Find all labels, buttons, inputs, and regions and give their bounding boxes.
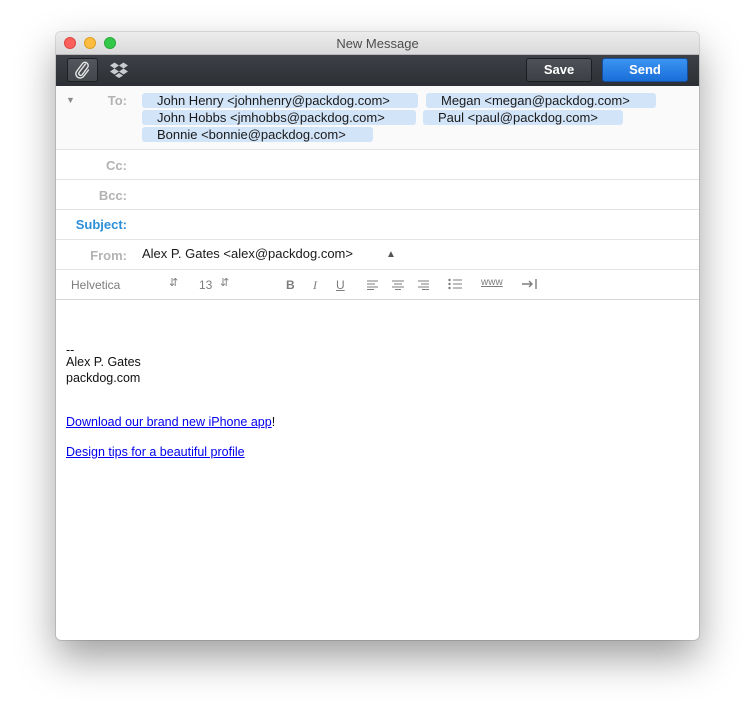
subject-field[interactable]: Subject: (56, 210, 699, 240)
app-promo-suffix: ! (271, 415, 276, 429)
recipient-token[interactable]: John Hobbs <jmhobbs@packdog.com> (142, 110, 416, 125)
disclosure-triangle-icon[interactable]: ▼ (66, 95, 75, 105)
from-label: From: (90, 248, 127, 263)
to-label: To: (107, 93, 127, 108)
align-right-icon[interactable] (417, 279, 429, 293)
compose-window: New Message Save Send ▼ To: John Henry <… (56, 32, 699, 640)
recipient-token[interactable]: Bonnie <bonnie@packdog.com> (142, 127, 373, 142)
font-family-select[interactable]: Helvetica (71, 278, 120, 292)
list-icon[interactable] (448, 278, 462, 293)
bold-button[interactable]: B (286, 278, 295, 292)
font-select-arrows-icon[interactable]: ⇵ (169, 276, 178, 289)
format-bar: Helvetica ⇵ 13 ⇵ B I U www (56, 270, 699, 300)
to-field[interactable]: ▼ To: John Henry <johnhenry@packdog.com>… (56, 86, 699, 150)
recipient-token[interactable]: Megan <megan@packdog.com> (426, 93, 656, 108)
app-promo-line: Download our brand new iPhone app! (66, 415, 275, 429)
italic-button[interactable]: I (313, 278, 317, 293)
dropbox-icon[interactable] (109, 61, 129, 79)
cc-field[interactable]: Cc: (56, 150, 699, 180)
subject-label: Subject: (75, 217, 127, 232)
font-size-select[interactable]: 13 (199, 278, 212, 292)
window-title: New Message (336, 36, 419, 51)
recipient-token[interactable]: John Henry <johnhenry@packdog.com> (142, 93, 418, 108)
title-bar: New Message (56, 32, 699, 55)
from-field: From: Alex P. Gates <alex@packdog.com> ▲ (56, 240, 699, 270)
indent-icon[interactable] (522, 278, 538, 293)
signature-site: packdog.com (66, 371, 141, 385)
attach-button[interactable] (67, 58, 98, 82)
cc-label: Cc: (106, 158, 127, 173)
from-account-select[interactable]: Alex P. Gates <alex@packdog.com> (142, 246, 353, 261)
save-button[interactable]: Save (526, 58, 592, 82)
signature-name: Alex P. Gates (66, 355, 141, 369)
send-button[interactable]: Send (602, 58, 688, 82)
recipient-token[interactable]: Paul <paul@packdog.com> (423, 110, 623, 125)
align-center-icon[interactable] (392, 279, 404, 293)
bcc-field[interactable]: Bcc: (56, 180, 699, 210)
design-tips-line: Design tips for a beautiful profile (66, 445, 245, 459)
message-body[interactable]: -- Alex P. Gates packdog.com Download ou… (56, 300, 699, 640)
underline-button[interactable]: U (336, 278, 345, 292)
bcc-label: Bcc: (98, 188, 127, 203)
iphone-app-link[interactable]: Download our brand new iPhone app (66, 415, 272, 429)
toolbar: Save Send (56, 55, 699, 86)
paperclip-icon (75, 61, 90, 79)
size-select-arrows-icon[interactable]: ⇵ (220, 276, 229, 289)
insert-link-button[interactable]: www (481, 277, 503, 288)
select-arrows-icon[interactable]: ▲ (386, 249, 396, 260)
align-left-icon[interactable] (367, 279, 379, 293)
design-tips-link[interactable]: Design tips for a beautiful profile (66, 445, 245, 459)
